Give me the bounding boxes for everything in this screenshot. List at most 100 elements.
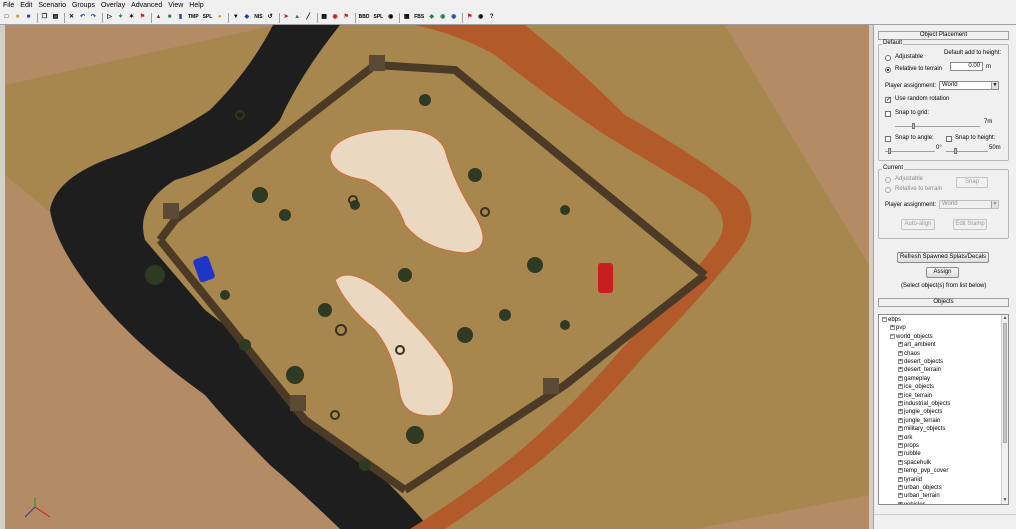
expand-icon[interactable]: + <box>898 375 903 381</box>
snap-angle-checkbox[interactable] <box>885 136 891 142</box>
toolbar-button-bbd[interactable]: BBD <box>358 13 371 22</box>
undo-icon[interactable]: ↶ <box>78 13 87 22</box>
shield-icon[interactable]: ◆ <box>427 13 436 22</box>
new-file-icon[interactable]: □ <box>2 13 11 22</box>
tree-item[interactable]: + ice_objects <box>898 383 934 391</box>
tree-item[interactable]: + chaos <box>898 350 920 358</box>
collapse-icon[interactable]: − <box>890 333 895 339</box>
expand-icon[interactable]: + <box>890 325 895 331</box>
brush-icon[interactable]: ▲ <box>293 13 302 22</box>
player-start-red[interactable] <box>598 263 613 293</box>
expand-icon[interactable]: + <box>898 367 903 373</box>
tree-item[interactable]: + desert_objects <box>898 358 943 366</box>
select-icon[interactable]: ▷ <box>105 13 114 22</box>
help-icon[interactable]: ? <box>487 13 496 22</box>
world-icon[interactable]: ◉ <box>449 13 458 22</box>
scroll-up-icon[interactable]: ▲ <box>1002 315 1008 322</box>
objects-tree[interactable]: ▲ ▼ − ebps + pvp − world_objects + art_ambient +… <box>878 314 1009 505</box>
delete-icon[interactable]: ✕ <box>67 13 76 22</box>
random-rotation-checkbox[interactable]: ✓ <box>885 97 891 103</box>
paint-icon[interactable]: ■ <box>165 13 174 22</box>
copy-icon[interactable]: ❐ <box>40 13 49 22</box>
adjustable-radio[interactable] <box>885 55 891 61</box>
tree-item[interactable]: − ebps <box>882 316 901 324</box>
tree-item[interactable]: + ork <box>898 434 912 442</box>
expand-icon[interactable]: + <box>898 409 903 415</box>
camera-icon[interactable]: ◉ <box>386 13 395 22</box>
tree-item[interactable]: + desert_terrain <box>898 366 941 374</box>
expand-icon[interactable]: + <box>898 442 903 448</box>
grid-slider-thumb[interactable] <box>912 123 915 129</box>
menu-view[interactable]: View <box>168 2 183 9</box>
tree-item[interactable]: + pvp <box>890 324 906 332</box>
expand-icon[interactable]: + <box>898 358 903 364</box>
tree-item[interactable]: + jungle_objects <box>898 408 942 416</box>
assign-button[interactable]: Assign <box>926 267 959 278</box>
expand-icon[interactable]: + <box>898 417 903 423</box>
save-icon[interactable]: ■ <box>24 13 33 22</box>
expand-icon[interactable]: + <box>898 400 903 406</box>
height-slider-thumb[interactable] <box>954 148 957 154</box>
expand-icon[interactable]: + <box>898 384 903 390</box>
lock-icon[interactable]: ◉ <box>331 13 340 22</box>
menu-scenario[interactable]: Scenario <box>38 2 66 9</box>
terrain-icon[interactable]: ▲ <box>154 13 163 22</box>
menu-file[interactable]: File <box>3 2 14 9</box>
snap-grid-checkbox[interactable] <box>885 111 891 117</box>
grid2-icon[interactable]: ▦ <box>402 13 411 22</box>
pause-icon[interactable]: ◉ <box>476 13 485 22</box>
scroll-down-icon[interactable]: ▼ <box>1002 497 1008 504</box>
expand-icon[interactable]: + <box>898 484 903 490</box>
red-arrow-icon[interactable]: ➤ <box>282 13 291 22</box>
edit-stamp-button[interactable]: Edit Stamp <box>953 219 987 230</box>
grid-icon[interactable]: ▦ <box>320 13 329 22</box>
tree-item[interactable]: + props <box>898 442 919 450</box>
tree-item[interactable]: + urban_terrain <box>898 492 940 500</box>
menu-advanced[interactable]: Advanced <box>131 2 162 9</box>
tree-item[interactable]: + urban_objects <box>898 484 942 492</box>
toolbar-button-fbs[interactable]: FBS <box>413 13 425 22</box>
refresh-splats-button[interactable]: Refresh Spawned Splats/Decals <box>897 252 989 263</box>
current-adjustable-radio[interactable] <box>885 177 891 183</box>
toolbar-button-nis[interactable]: NIS <box>253 13 263 22</box>
menu-overlay[interactable]: Overlay <box>101 2 125 9</box>
expand-icon[interactable]: + <box>898 342 903 348</box>
tree-item[interactable]: + art_ambient <box>898 341 936 349</box>
toolbar-button-spl2[interactable]: SPL <box>372 13 384 22</box>
expand-icon[interactable]: + <box>898 493 903 499</box>
tree-item[interactable]: + ice_terrain <box>898 392 932 400</box>
line-icon[interactable]: ╱ <box>304 13 313 22</box>
pointer-icon[interactable]: ✶ <box>127 13 136 22</box>
tree-item[interactable]: + military_objects <box>898 425 945 433</box>
angle-slider-thumb[interactable] <box>888 148 891 154</box>
tree-scrollbar[interactable]: ▲ ▼ <box>1001 315 1008 504</box>
tree-item[interactable]: + tyranid <box>898 476 922 484</box>
current-relative-radio[interactable] <box>885 187 891 193</box>
move-icon[interactable]: ✦ <box>116 13 125 22</box>
tree-item[interactable]: + temp_pvp_cover <box>898 467 948 475</box>
redo-icon[interactable]: ↷ <box>89 13 98 22</box>
tree-item[interactable]: + spacehulk <box>898 459 931 467</box>
tree-item[interactable]: + jungle_terrain <box>898 417 940 425</box>
tree-item[interactable]: − world_objects <box>890 333 933 341</box>
undo-arrow-icon[interactable]: ↺ <box>266 13 275 22</box>
expand-icon[interactable]: + <box>898 451 903 457</box>
globe-icon[interactable]: ◉ <box>438 13 447 22</box>
menu-edit[interactable]: Edit <box>20 2 32 9</box>
menu-groups[interactable]: Groups <box>72 2 95 9</box>
marker-icon[interactable]: ▮ <box>176 13 185 22</box>
shovel-icon[interactable]: ▼ <box>231 13 240 22</box>
menu-help[interactable]: Help <box>189 2 203 9</box>
map-viewport[interactable] <box>5 25 869 529</box>
splat-icon[interactable]: ◆ <box>242 13 251 22</box>
tree-item[interactable]: + industrial_objects <box>898 400 950 408</box>
bulb-icon[interactable]: ● <box>215 13 224 22</box>
expand-icon[interactable]: + <box>898 476 903 482</box>
open-folder-icon[interactable]: ■ <box>13 13 22 22</box>
flag-icon[interactable]: ⚑ <box>342 13 351 22</box>
expand-icon[interactable]: + <box>898 350 903 356</box>
snap-button[interactable]: Snap <box>956 177 988 188</box>
tree-item[interactable]: + gameplay <box>898 375 930 383</box>
panel-horizontal-scrollbar[interactable] <box>874 514 1016 520</box>
expand-icon[interactable]: + <box>898 459 903 465</box>
